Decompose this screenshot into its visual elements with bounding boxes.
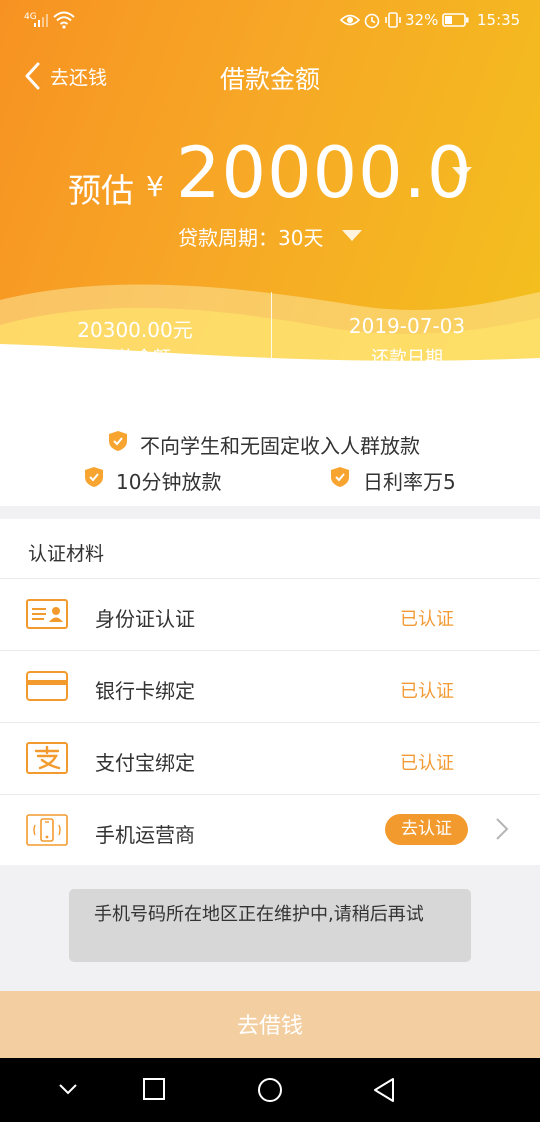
page-title: 借款金额 <box>219 65 320 94</box>
verification-item-bank-card[interactable]: 银行卡绑定 已认证 <box>0 651 540 722</box>
alarm-icon <box>364 13 380 29</box>
battery-percent: 32% <box>405 11 439 29</box>
borrow-button[interactable]: 去借钱 <box>0 991 540 1058</box>
repay-amount-label: 还款金额 <box>99 348 171 369</box>
phone-icon <box>26 814 68 846</box>
alipay-icon <box>26 742 68 774</box>
feature-interest-rate: 日利率万5 <box>363 470 456 494</box>
estimate-prefix: 预估 <box>68 171 134 210</box>
shield-icon <box>109 431 127 451</box>
currency-symbol: ¥ <box>146 170 164 203</box>
repay-amount-value: 20300.00元 <box>77 318 193 342</box>
verification-item-label: 身份证认证 <box>95 607 195 631</box>
verification-status: 已认证 <box>400 681 454 702</box>
shield-icon <box>331 467 349 487</box>
go-verify-button[interactable]: 去认证 <box>385 814 468 845</box>
loan-amount[interactable]: 20000.0 <box>176 132 472 214</box>
chevron-right-icon[interactable] <box>494 817 510 841</box>
shield-icon <box>85 467 103 487</box>
verification-status: 已认证 <box>400 753 454 774</box>
verification-item-label: 银行卡绑定 <box>95 679 195 703</box>
vibrate-icon <box>385 12 401 28</box>
back-triangle-icon[interactable] <box>372 1077 396 1103</box>
wifi-icon <box>53 11 75 29</box>
signal-icon <box>34 14 48 27</box>
recent-apps-icon[interactable] <box>143 1078 165 1100</box>
verification-item-id-card[interactable]: 身份证认证 已认证 <box>0 579 540 650</box>
amount-dropdown-icon[interactable] <box>452 167 472 179</box>
repay-date-label: 还款日期 <box>371 348 443 369</box>
verification-section-title: 认证材料 <box>28 543 105 565</box>
chevron-down-icon[interactable] <box>58 1082 78 1096</box>
verification-item-label: 支付宝绑定 <box>95 751 195 775</box>
battery-icon <box>442 13 469 27</box>
clock-time: 15:35 <box>477 11 521 29</box>
feature-no-students: 不向学生和无固定收入人群放款 <box>140 434 420 458</box>
verification-status: 已认证 <box>400 609 454 630</box>
id-card-icon <box>26 599 68 629</box>
verification-item-label: 手机运营商 <box>95 823 195 847</box>
feature-fast-loan: 10分钟放款 <box>116 470 222 494</box>
period-dropdown-icon[interactable] <box>342 230 362 242</box>
repay-date-value: 2019-07-03 <box>348 314 466 338</box>
home-icon[interactable] <box>257 1077 283 1103</box>
bank-card-icon <box>26 671 68 701</box>
section-gap <box>0 506 540 519</box>
eye-icon <box>340 14 360 26</box>
loan-period[interactable]: 贷款周期：30天 <box>178 222 323 251</box>
system-nav-bar <box>0 1058 540 1122</box>
toast-message: 手机号码所在地区正在维护中,请稍后再试 <box>69 889 471 962</box>
verification-item-alipay[interactable]: 支付宝绑定 已认证 <box>0 723 540 794</box>
